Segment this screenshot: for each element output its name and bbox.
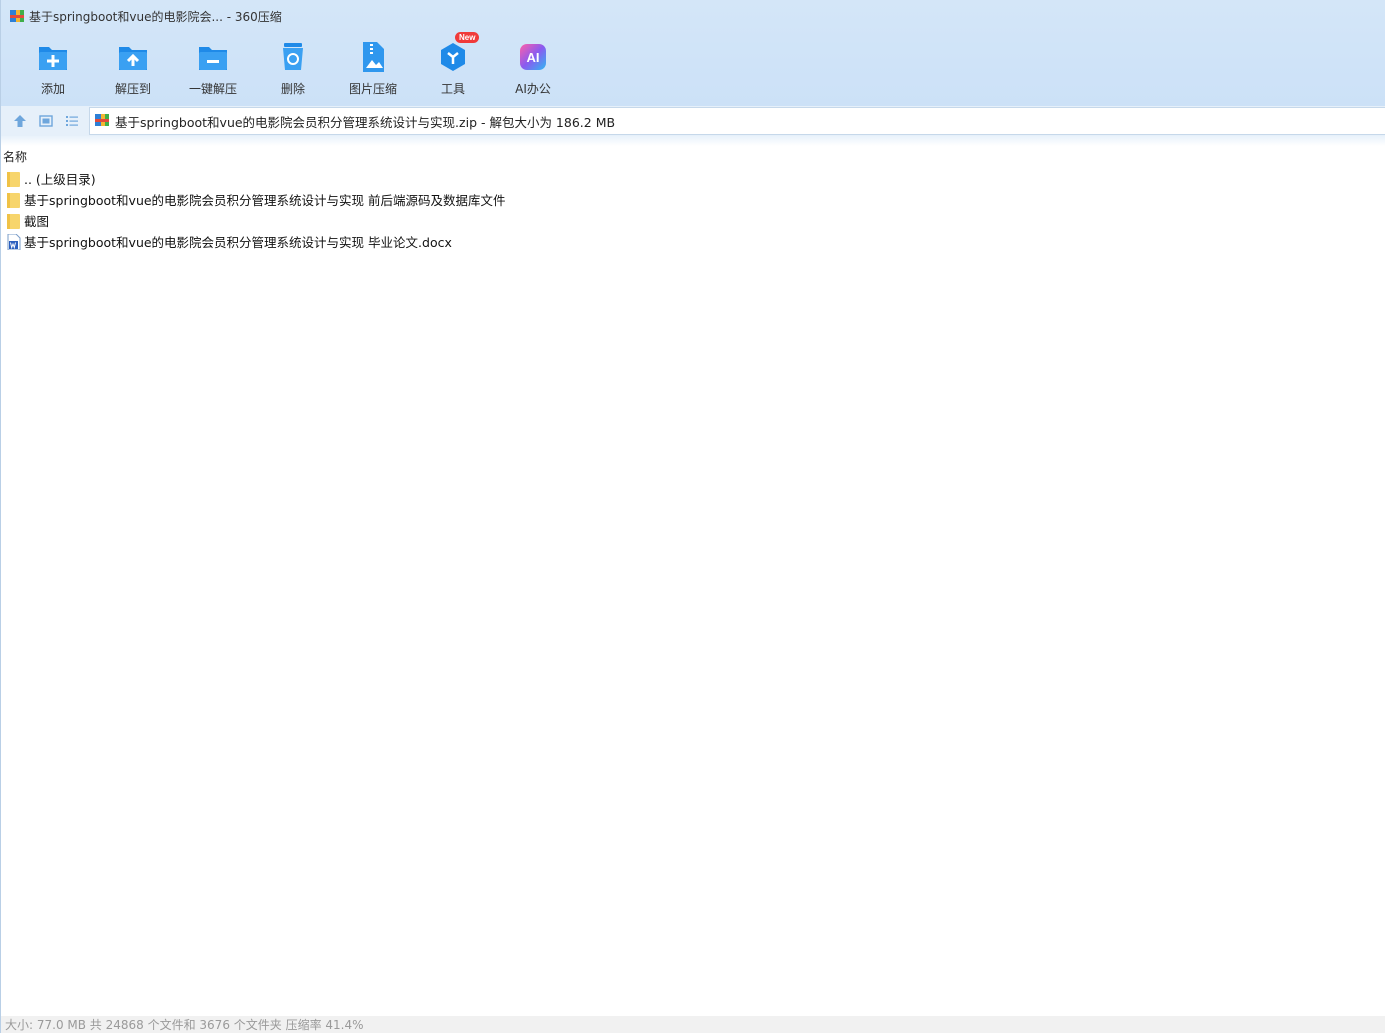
title-bar: 基于springboot和vue的电影院会... - 360压缩 xyxy=(1,0,1385,32)
tools-button[interactable]: New 工具 xyxy=(413,32,493,98)
folder-icon xyxy=(7,213,21,229)
ai-office-icon: AI xyxy=(516,40,550,74)
status-text: 大小: 77.0 MB 共 24868 个文件和 3676 个文件夹 压缩率 4… xyxy=(5,1018,364,1032)
app-window: 基于springboot和vue的电影院会... - 360压缩 添加 解压到 … xyxy=(0,0,1385,1033)
item-name: 基于springboot和vue的电影院会员积分管理系统设计与实现 前后端源码及… xyxy=(24,193,506,208)
item-name: 基于springboot和vue的电影院会员积分管理系统设计与实现 毕业论文.d… xyxy=(24,235,452,250)
separator-band xyxy=(1,136,1385,146)
archive-app-icon xyxy=(9,8,25,24)
ai-office-button[interactable]: AI AI办公 xyxy=(493,36,573,98)
item-name: 截图 xyxy=(24,214,50,229)
add-button[interactable]: 添加 xyxy=(13,36,93,98)
tools-label: 工具 xyxy=(440,82,465,96)
file-list: .. (上级目录) 基于springboot和vue的电影院会员积分管理系统设计… xyxy=(7,168,506,252)
add-icon xyxy=(36,40,70,74)
list-item[interactable]: .. (上级目录) xyxy=(7,168,506,189)
one-click-extract-label: 一键解压 xyxy=(188,82,237,96)
delete-icon xyxy=(276,40,310,74)
address-bar: 基于springboot和vue的电影院会员积分管理系统设计与实现.zip - … xyxy=(1,106,1385,136)
ai-icon-text: AI xyxy=(527,50,540,65)
list-view-icon xyxy=(66,116,78,126)
ai-office-label: AI办公 xyxy=(515,82,551,96)
new-badge: New xyxy=(455,32,480,43)
extract-to-button[interactable]: 解压到 xyxy=(93,36,173,98)
extract-to-label: 解压到 xyxy=(114,82,151,96)
path-text: 基于springboot和vue的电影院会员积分管理系统设计与实现.zip - … xyxy=(115,114,616,130)
window-title: 基于springboot和vue的电影院会... - 360压缩 xyxy=(29,9,282,24)
tools-icon xyxy=(436,40,470,74)
path-field[interactable]: 基于springboot和vue的电影院会员积分管理系统设计与实现.zip - … xyxy=(89,107,1385,135)
list-item[interactable]: 基于springboot和vue的电影院会员积分管理系统设计与实现 毕业论文.d… xyxy=(7,231,506,252)
item-name: .. (上级目录) xyxy=(24,172,96,187)
one-click-extract-icon xyxy=(196,40,230,74)
delete-label: 删除 xyxy=(280,82,305,96)
arrow-up-icon xyxy=(14,115,26,127)
column-header-name[interactable]: 名称 xyxy=(3,148,27,165)
archive-icon xyxy=(94,112,110,131)
top-ribbon: 基于springboot和vue的电影院会... - 360压缩 添加 解压到 … xyxy=(1,0,1385,106)
delete-button[interactable]: 删除 xyxy=(253,36,333,98)
thumbnail-view-icon xyxy=(39,115,53,127)
up-folder-button[interactable] xyxy=(7,108,33,134)
word-doc-icon xyxy=(7,233,21,250)
folder-icon xyxy=(7,171,21,187)
one-click-extract-button[interactable]: 一键解压 xyxy=(173,36,253,98)
main-toolbar: 添加 解压到 一键解压 删除 图片压缩 New 工具 AI AI办公 xyxy=(13,32,573,100)
image-compress-button[interactable]: 图片压缩 xyxy=(333,36,413,98)
image-compress-label: 图片压缩 xyxy=(348,82,397,96)
extract-to-icon xyxy=(116,40,150,74)
image-compress-icon xyxy=(356,40,390,74)
list-item[interactable]: 基于springboot和vue的电影院会员积分管理系统设计与实现 前后端源码及… xyxy=(7,189,506,210)
list-view-button[interactable] xyxy=(59,108,85,134)
add-label: 添加 xyxy=(40,82,65,96)
list-item[interactable]: 截图 xyxy=(7,210,506,231)
folder-icon xyxy=(7,192,21,208)
thumbnail-view-button[interactable] xyxy=(33,108,59,134)
nav-buttons xyxy=(1,108,89,134)
status-bar: 大小: 77.0 MB 共 24868 个文件和 3676 个文件夹 压缩率 4… xyxy=(1,1016,1385,1033)
